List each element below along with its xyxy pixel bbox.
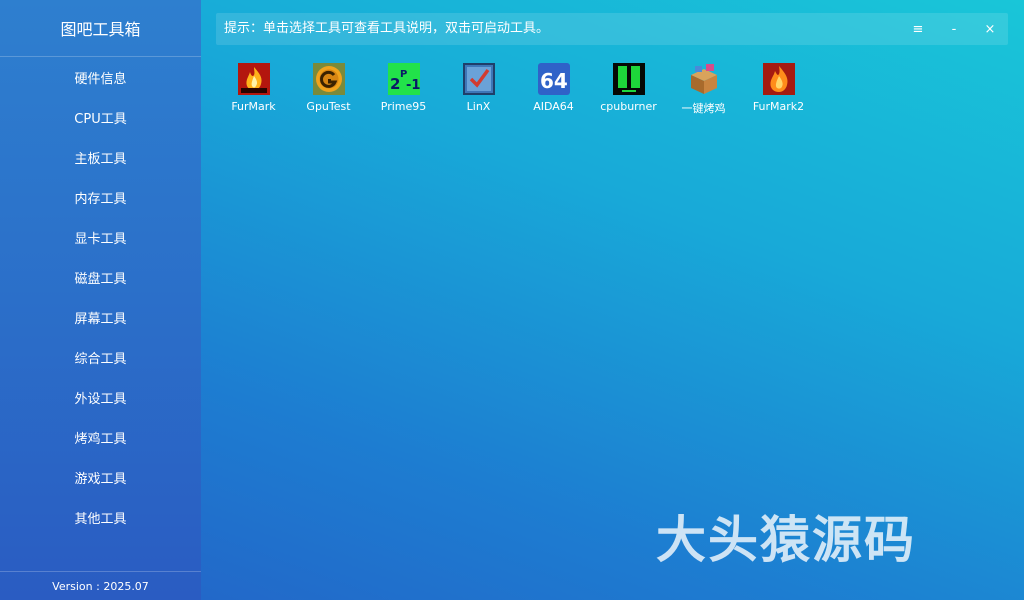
sidebar-item-motherboard-tools[interactable]: 主板工具 [0,137,201,177]
gputest-icon [312,63,345,95]
sidebar-item-general-tools[interactable]: 综合工具 [0,337,201,377]
tool-one-click-stress[interactable]: 一键烤鸡 [666,62,741,118]
watermark-text: 大头猿源码 [656,511,916,569]
tool-label-one-click-stress: 一键烤鸡 [681,102,726,115]
prime95-icon: 2 P -1 [387,63,420,95]
sidebar-item-gpu-tools[interactable]: 显卡工具 [0,217,201,257]
cpuburner-icon [612,63,645,95]
menu-button[interactable]: ≡ [902,13,934,45]
app-window: 图吧工具箱 硬件信息 CPU工具 主板工具 内存工具 显卡工具 磁盘工具 屏幕工… [0,0,1024,600]
sidebar-item-other-tools[interactable]: 其他工具 [0,497,201,537]
app-title: 图吧工具箱 [0,0,201,57]
sidebar-item-disk-tools[interactable]: 磁盘工具 [0,257,201,297]
tool-cpuburner[interactable]: cpuburner [591,62,666,118]
one-click-stress-icon [690,64,717,94]
linx-icon [462,63,495,95]
sidebar-nav: 硬件信息 CPU工具 主板工具 内存工具 显卡工具 磁盘工具 屏幕工具 综合工具… [0,57,201,537]
tool-label-linx: LinX [466,100,491,113]
tool-linx[interactable]: LinX [441,62,516,118]
tool-label-furmark: FurMark [231,100,276,113]
furmark-icon [237,63,270,95]
sidebar: 图吧工具箱 硬件信息 CPU工具 主板工具 内存工具 显卡工具 磁盘工具 屏幕工… [0,0,201,600]
aida64-icon: 64 [537,63,570,95]
sidebar-item-stress-test-tools[interactable]: 烤鸡工具 [0,417,201,457]
svg-text:2: 2 [390,75,400,93]
tool-label-gputest: GpuTest [306,100,351,113]
sidebar-item-memory-tools[interactable]: 内存工具 [0,177,201,217]
tool-gputest[interactable]: GpuTest [291,62,366,118]
tool-aida64[interactable]: 64 AIDA64 [516,62,591,118]
minimize-button[interactable]: - [938,13,970,45]
tool-label-cpuburner: cpuburner [600,100,657,113]
tool-furmark[interactable]: FurMark [216,62,291,118]
hint-bar: 提示：单击选择工具可查看工具说明，双击可启动工具。 ≡ - × [216,13,1008,45]
hint-text: 提示：单击选择工具可查看工具说明，双击可启动工具。 [224,21,550,36]
sidebar-item-cpu-tools[interactable]: CPU工具 [0,97,201,137]
tool-label-aida64: AIDA64 [533,100,574,113]
close-button[interactable]: × [974,13,1006,45]
tool-grid: FurMark GpuTest 2 P -1 Prime95 LinX 64 A… [216,62,1008,122]
furmark2-icon [762,63,795,95]
tool-furmark2[interactable]: FurMark2 [741,62,816,118]
svg-text:-1: -1 [406,78,420,93]
tool-label-prime95: Prime95 [380,100,427,113]
tool-prime95[interactable]: 2 P -1 Prime95 [366,62,441,118]
sidebar-item-screen-tools[interactable]: 屏幕工具 [0,297,201,337]
sidebar-item-hardware-info[interactable]: 硬件信息 [0,57,201,97]
version-label: Version : 2025.07 [0,571,201,600]
tool-label-furmark2: FurMark2 [752,100,805,113]
sidebar-item-peripheral-tools[interactable]: 外设工具 [0,377,201,417]
svg-text:64: 64 [540,69,568,93]
sidebar-item-game-tools[interactable]: 游戏工具 [0,457,201,497]
